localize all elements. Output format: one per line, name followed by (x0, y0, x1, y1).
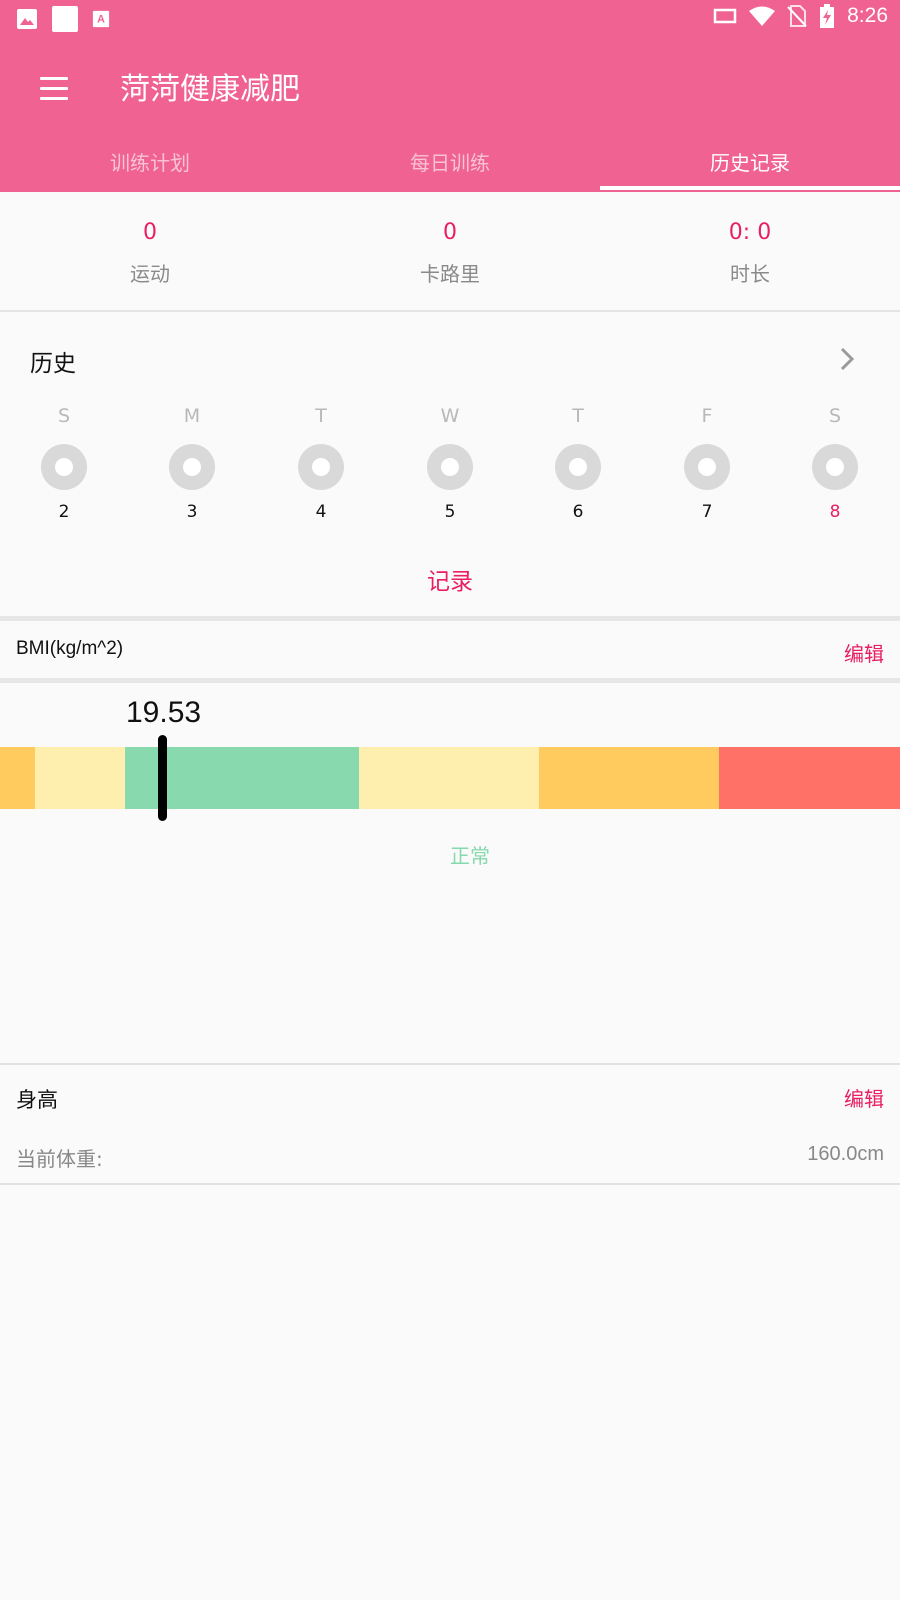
calendar-day[interactable]: W 5 (410, 404, 490, 522)
current-weight-label: 当前体重: (16, 1147, 103, 1171)
chevron-right-icon[interactable] (832, 344, 862, 374)
calendar-day[interactable]: S 2 (24, 404, 104, 522)
bmi-segment (359, 747, 539, 809)
bmi-segment (719, 747, 900, 809)
stat-calories: 0 卡路里 (300, 192, 600, 310)
tab-daily-training[interactable]: 每日训练 (300, 144, 600, 192)
day-date: 6 (572, 502, 584, 522)
no-sim-icon (787, 5, 807, 27)
stat-calories-value: 0 (443, 220, 457, 245)
stat-calories-label: 卡路里 (420, 262, 480, 286)
calendar-day[interactable]: F 7 (667, 404, 747, 522)
height-title: 身高 (16, 1088, 58, 1112)
battery-charging-icon (820, 4, 835, 28)
calendar-day-today[interactable]: S 8 (795, 404, 875, 522)
cast-icon (713, 8, 737, 24)
day-status-circle (812, 444, 858, 490)
status-bar: A 8:26 (0, 0, 900, 36)
section-divider (0, 678, 900, 683)
tab-bar: 训练计划 每日训练 历史记录 (0, 144, 900, 192)
status-bar-notifications: A (16, 6, 110, 32)
section-divider (0, 616, 900, 621)
status-time: 8:26 (847, 4, 888, 27)
calendar-day[interactable]: T 4 (281, 404, 361, 522)
square-icon (52, 6, 78, 32)
day-status-circle (298, 444, 344, 490)
svg-text:A: A (97, 14, 105, 26)
day-date: 8 (829, 502, 841, 522)
stat-duration-label: 时长 (730, 262, 770, 286)
wifi-icon (749, 6, 776, 26)
day-status-circle (555, 444, 601, 490)
app-title: 菏菏健康减肥 (120, 72, 300, 107)
tab-training-plan[interactable]: 训练计划 (0, 144, 300, 192)
day-date: 7 (701, 502, 713, 522)
day-date: 4 (315, 502, 327, 522)
history-section: 历史 S 2 M 3 T 4 W 5 T 6 F 7 S 8 记录 (0, 314, 900, 616)
stat-duration-value: 0: 0 (728, 220, 772, 245)
stat-duration: 0: 0 时长 (600, 192, 900, 310)
day-letter: F (701, 405, 713, 427)
day-letter: S (828, 405, 842, 427)
day-letter: M (183, 405, 201, 427)
day-letter: T (315, 405, 327, 427)
bmi-scale-bar (0, 747, 900, 809)
day-date: 2 (58, 502, 70, 522)
bmi-category: 正常 (450, 844, 490, 868)
day-letter: T (572, 405, 584, 427)
day-letter: S (57, 405, 71, 427)
history-title: 历史 (30, 351, 76, 377)
bmi-edit-button[interactable]: 编辑 (844, 638, 884, 667)
status-bar-system: 8:26 (713, 4, 888, 28)
bmi-segment (35, 747, 125, 809)
stat-exercise-value: 0 (143, 220, 157, 245)
day-status-circle (684, 444, 730, 490)
calendar-day[interactable]: T 6 (538, 404, 618, 522)
day-date: 3 (186, 502, 198, 522)
menu-icon[interactable] (32, 66, 76, 110)
day-status-circle (169, 444, 215, 490)
calendar-day[interactable]: M 3 (152, 404, 232, 522)
section-divider (0, 1183, 900, 1185)
a-box-icon: A (92, 10, 110, 28)
stats-summary: 0 运动 0 卡路里 0: 0 时长 (0, 192, 900, 312)
record-button[interactable]: 记录 (0, 562, 900, 596)
stat-exercise-label: 运动 (130, 262, 170, 286)
height-edit-button[interactable]: 编辑 (844, 1083, 884, 1112)
app-bar: 菏菏健康减肥 训练计划 每日训练 历史记录 (0, 36, 900, 192)
bmi-segment (0, 747, 35, 809)
bmi-marker (158, 735, 167, 821)
day-date: 5 (444, 502, 456, 522)
day-letter: W (440, 405, 460, 427)
image-icon (17, 9, 37, 29)
bmi-segment (539, 747, 719, 809)
bmi-header: BMI(kg/m^2) 编辑 (0, 622, 900, 678)
bmi-label: BMI(kg/m^2) (16, 638, 124, 659)
section-divider (0, 1063, 900, 1065)
tab-history[interactable]: 历史记录 (600, 144, 900, 192)
current-weight-value: 160.0cm (807, 1143, 884, 1165)
bmi-value: 19.53 (126, 696, 202, 729)
stat-exercise: 0 运动 (0, 192, 300, 310)
day-status-circle (427, 444, 473, 490)
day-status-circle (41, 444, 87, 490)
